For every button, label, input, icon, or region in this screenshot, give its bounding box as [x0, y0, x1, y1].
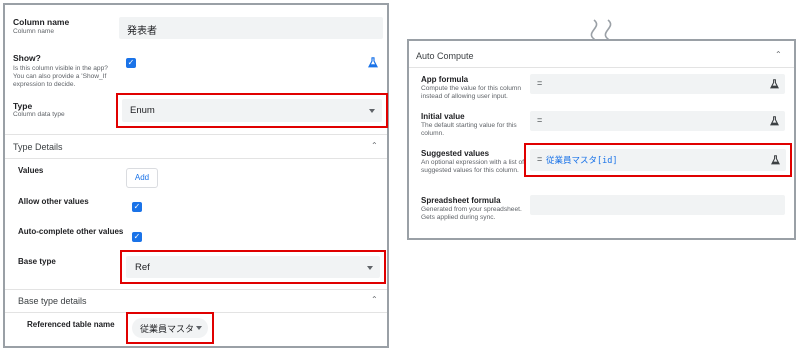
flask-icon[interactable]	[770, 116, 779, 126]
values-label: Values	[18, 166, 44, 175]
app-formula-value: =	[537, 78, 543, 88]
autocomplete-checkbox[interactable]: ✓	[132, 232, 142, 242]
type-label: Type	[13, 101, 33, 111]
referenced-table-label: Referenced table name	[27, 320, 115, 329]
flask-icon[interactable]	[771, 155, 780, 165]
column-name-value: 発表者	[127, 26, 157, 37]
spreadsheet-formula-label: Spreadsheet formula	[421, 196, 501, 205]
type-value: Enum	[130, 105, 155, 116]
suggested-values-label: Suggested values	[421, 149, 490, 158]
initial-value-label: Initial value	[421, 112, 465, 121]
divider	[5, 158, 387, 159]
base-type-value: Ref	[135, 262, 150, 273]
allow-other-label: Allow other values	[18, 197, 89, 206]
divider	[409, 67, 794, 68]
flask-icon[interactable]	[770, 79, 779, 89]
chevron-up-icon[interactable]: ⌃	[775, 50, 782, 59]
type-desc: Column data type	[13, 111, 65, 118]
left-panel: Column name Column name 発表者 Show? Is thi…	[3, 3, 389, 348]
suggested-values-input[interactable]: = 従業員マスタ[id]	[530, 149, 786, 171]
checkbox-checked-icon: ✓	[133, 232, 141, 241]
initial-value-desc: The default starting value for this colu…	[421, 122, 517, 138]
allow-other-checkbox[interactable]: ✓	[132, 202, 142, 212]
right-panel: Auto Compute ⌃ App formula Compute the v…	[407, 39, 796, 240]
referenced-table-select[interactable]: 従業員マスタ	[132, 318, 208, 338]
column-name-label: Column name	[13, 17, 70, 27]
values-add-button[interactable]: Add	[126, 168, 158, 188]
dropdown-caret-icon	[196, 326, 202, 330]
dropdown-caret-icon	[367, 266, 373, 270]
base-type-label: Base type	[18, 257, 56, 266]
auto-compute-title: Auto Compute	[416, 51, 474, 61]
checkbox-checked-icon: ✓	[133, 202, 141, 211]
divider	[5, 134, 387, 135]
column-name-desc: Column name	[13, 28, 55, 35]
divider	[5, 289, 387, 290]
show-desc: Is this column visible in the app? You c…	[13, 65, 108, 89]
app-formula-desc: Compute the value for this column instea…	[421, 85, 522, 101]
column-name-input[interactable]: 発表者	[119, 17, 383, 39]
suggested-values-expr: 従業員マスタ[id]	[546, 156, 618, 166]
referenced-table-value: 従業員マスタ	[140, 324, 195, 334]
show-checkbox[interactable]: ✓	[126, 58, 136, 68]
flask-icon[interactable]	[368, 57, 378, 68]
initial-value-value: =	[537, 115, 543, 125]
show-label: Show?	[13, 53, 41, 63]
chevron-up-icon[interactable]: ⌃	[371, 141, 378, 150]
initial-value-input[interactable]: =	[530, 111, 785, 131]
app-formula-input[interactable]: =	[530, 74, 785, 94]
chevron-up-icon[interactable]: ⌃	[371, 295, 378, 304]
app-formula-label: App formula	[421, 75, 469, 84]
autocomplete-label: Auto-complete other values	[18, 227, 124, 236]
spreadsheet-formula-input	[530, 195, 785, 215]
base-type-details-title: Base type details	[18, 296, 87, 306]
type-details-title: Type Details	[13, 142, 63, 152]
suggested-values-eq: =	[537, 154, 543, 164]
values-add-label: Add	[134, 173, 150, 182]
suggested-values-desc: An optional expression with a list of su…	[421, 159, 524, 175]
dropdown-caret-icon	[369, 109, 375, 113]
spreadsheet-formula-desc: Generated from your spreadsheet. Gets ap…	[421, 206, 522, 222]
checkbox-checked-icon: ✓	[127, 58, 135, 67]
base-type-select[interactable]: Ref	[126, 256, 380, 278]
type-select[interactable]: Enum	[122, 99, 382, 122]
